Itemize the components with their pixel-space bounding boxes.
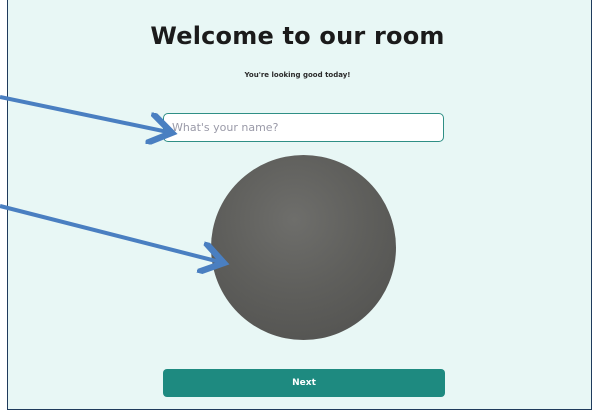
next-button[interactable]: Next xyxy=(163,369,445,397)
app-frame: Welcome to our room You're looking good … xyxy=(0,0,595,414)
name-input[interactable] xyxy=(163,113,444,142)
page-subtitle: You're looking good today! xyxy=(244,71,351,79)
camera-preview-avatar[interactable] xyxy=(211,155,396,340)
page-title: Welcome to our room xyxy=(150,22,445,50)
